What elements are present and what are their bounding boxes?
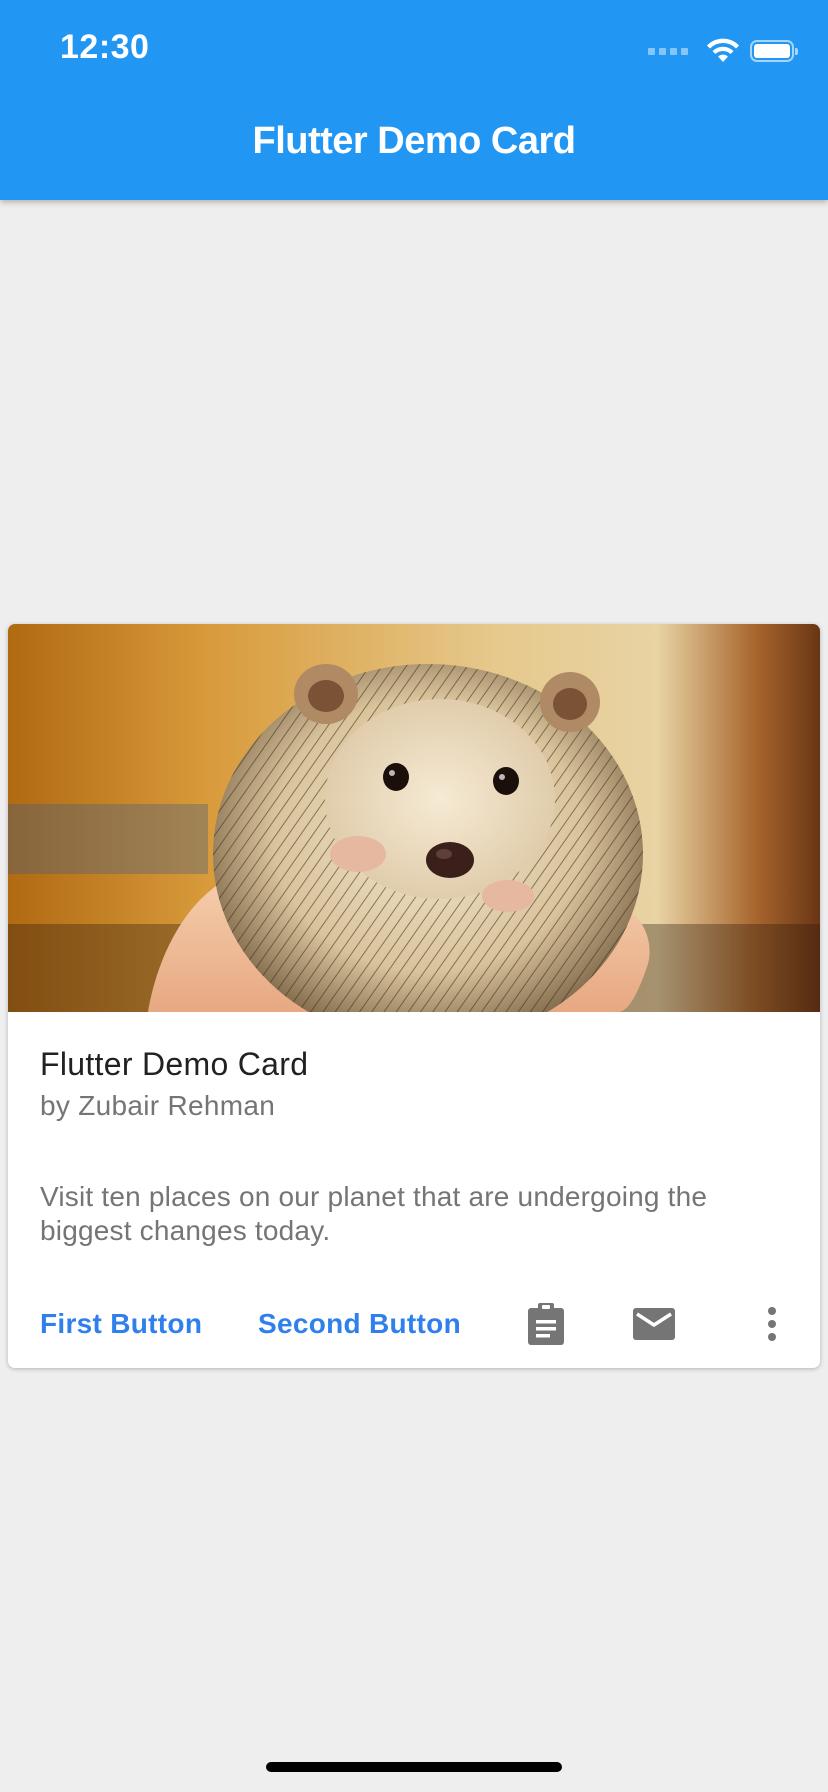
clipboard-icon [528,1303,564,1345]
battery-icon [750,40,798,62]
status-time: 12:30 [60,28,150,66]
wifi-icon [707,38,739,62]
first-button[interactable]: First Button [40,1294,202,1354]
status-icons [648,36,798,66]
mail-icon [633,1308,675,1340]
mail-button[interactable] [630,1300,678,1348]
more-vert-icon [768,1307,776,1341]
app-bar: 12:30 Flutter Demo Card [0,0,828,200]
card-title: Flutter Demo Card [40,1046,309,1082]
card-image [8,624,820,1012]
card-actions: First Button Second Button [8,1294,820,1354]
card-subtitle: by Zubair Rehman [40,1090,276,1121]
second-button[interactable]: Second Button [258,1294,461,1354]
hedgehog-photo-icon [8,624,820,1012]
more-button[interactable] [748,1300,796,1348]
cellular-signal-icon [648,47,688,55]
home-indicator[interactable] [266,1762,562,1772]
clipboard-button[interactable] [522,1300,570,1348]
app-bar-title: Flutter Demo Card [252,120,576,162]
demo-card: Flutter Demo Card by Zubair Rehman Visit… [8,624,820,1368]
card-description: Visit ten places on our planet that are … [40,1181,708,1246]
